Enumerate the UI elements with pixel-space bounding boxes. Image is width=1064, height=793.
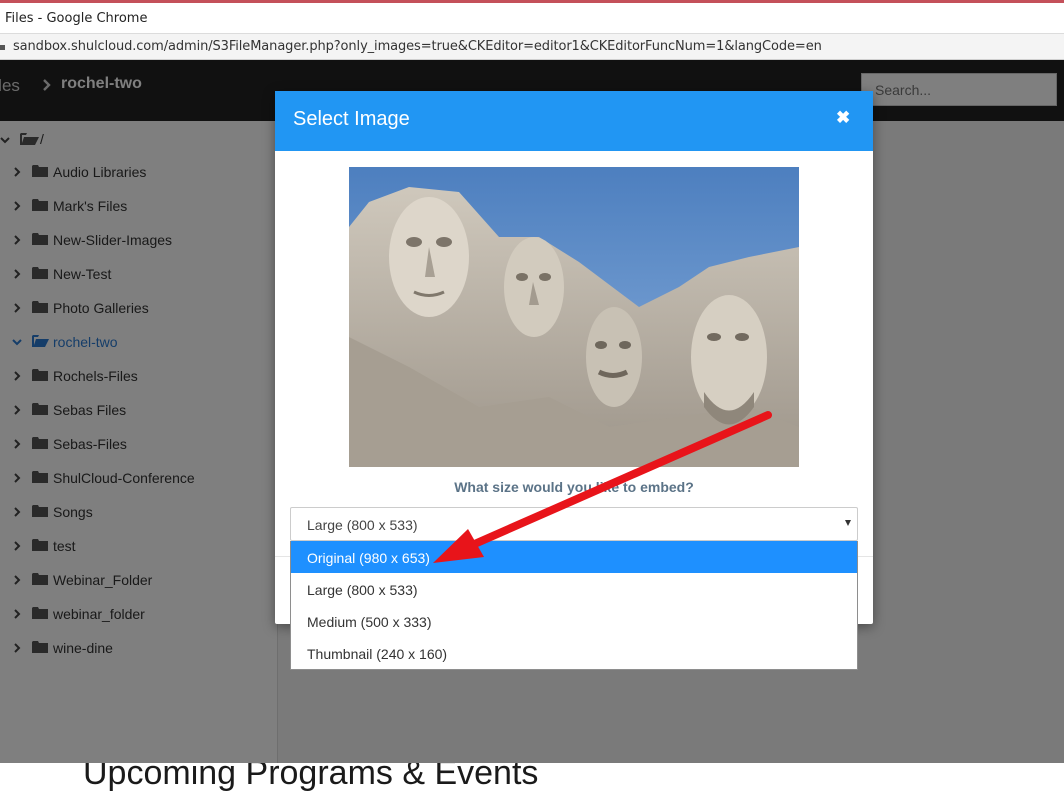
size-options-list: Original (980 x 653) Large (800 x 533) Med…: [290, 541, 858, 670]
background-heading: Upcoming Programs & Events: [83, 763, 539, 792]
title-bar: Files - Google Chrome: [0, 0, 1064, 34]
size-option-label: Large (800 x 533): [307, 582, 418, 598]
url-text: sandbox.shulcloud.com/admin/S3FileManage…: [13, 39, 822, 54]
caret-down-icon: [845, 520, 851, 526]
size-option[interactable]: Thumbnail (240 x 160): [291, 637, 857, 669]
image-preview: [349, 167, 799, 467]
window-title: Files - Google Chrome: [5, 11, 148, 26]
size-select-value: Large (800 x 533): [307, 517, 418, 533]
background-page: Upcoming Programs & Events: [0, 763, 1064, 793]
close-icon[interactable]: ✖: [836, 108, 850, 128]
browser-window: Files - Google Chrome sandbox.shulcloud.…: [0, 0, 1064, 763]
modal-title: Select Image: [293, 108, 410, 130]
size-option[interactable]: Medium (500 x 333): [291, 605, 857, 637]
size-option-label: Thumbnail (240 x 160): [307, 646, 448, 662]
size-option-label: Original (980 x 653): [307, 550, 430, 566]
size-option[interactable]: Original (980 x 653): [291, 541, 857, 573]
address-bar[interactable]: sandbox.shulcloud.com/admin/S3FileManage…: [0, 34, 1064, 60]
size-option[interactable]: Large (800 x 533): [291, 573, 857, 605]
modal-header: Select Image ✖: [275, 91, 873, 151]
size-option-label: Medium (500 x 333): [307, 614, 432, 630]
size-question: What size would you like to embed?: [454, 479, 694, 495]
lock-icon: [0, 45, 5, 50]
size-select[interactable]: Large (800 x 533): [290, 507, 858, 541]
